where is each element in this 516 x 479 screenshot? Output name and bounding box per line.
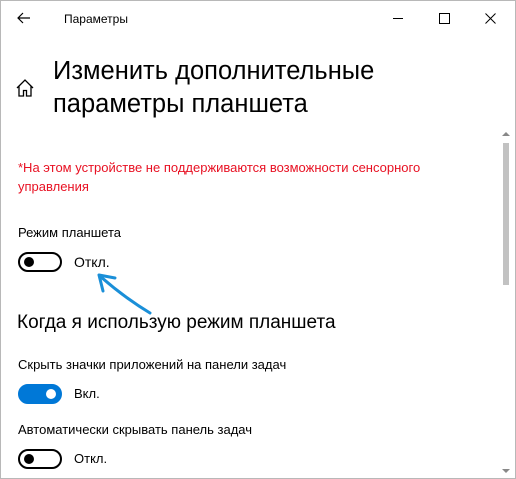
back-button[interactable] <box>9 4 39 32</box>
minimize-icon <box>392 17 403 19</box>
scroll-down-button[interactable] <box>501 466 511 476</box>
auto-hide-taskbar-toggle[interactable] <box>18 449 62 469</box>
settings-window: Параметры Изменить дополнительные параме… <box>0 0 516 479</box>
auto-hide-taskbar-label: Автоматически скрывать панель задач <box>18 422 253 437</box>
toggle-knob <box>24 257 34 267</box>
hide-taskbar-icons-label: Скрыть значки приложений на панели задач <box>18 357 287 372</box>
home-icon <box>16 79 34 97</box>
vertical-scrollbar[interactable] <box>501 129 511 476</box>
toggle-knob <box>46 389 56 399</box>
maximize-icon <box>438 12 450 24</box>
page-title: Изменить дополнительные параметры планше… <box>53 57 375 118</box>
title-bar: Параметры <box>1 1 515 35</box>
close-icon <box>484 12 496 24</box>
close-button[interactable] <box>467 1 513 35</box>
scroll-thumb[interactable] <box>503 143 509 285</box>
touch-unsupported-warning: *На этом устройстве не поддерживаются во… <box>18 160 421 194</box>
hide-taskbar-icons-toggle[interactable] <box>18 384 62 404</box>
chevron-up-icon <box>502 132 510 136</box>
window-title: Параметры <box>64 12 128 26</box>
scroll-up-button[interactable] <box>501 129 511 139</box>
chevron-down-icon <box>502 469 510 473</box>
home-button[interactable] <box>14 77 36 99</box>
hide-taskbar-icons-state: Вкл. <box>74 386 100 401</box>
auto-hide-taskbar-state: Откл. <box>74 451 108 466</box>
tablet-mode-label: Режим планшета <box>18 225 121 240</box>
tablet-mode-state: Откл. <box>74 254 110 270</box>
maximize-button[interactable] <box>421 1 467 35</box>
tablet-mode-toggle[interactable] <box>18 252 62 272</box>
section-title: Когда я использую режим планшета <box>17 312 336 333</box>
minimize-button[interactable] <box>375 1 421 35</box>
back-arrow-icon <box>17 12 30 24</box>
toggle-knob <box>24 454 34 464</box>
